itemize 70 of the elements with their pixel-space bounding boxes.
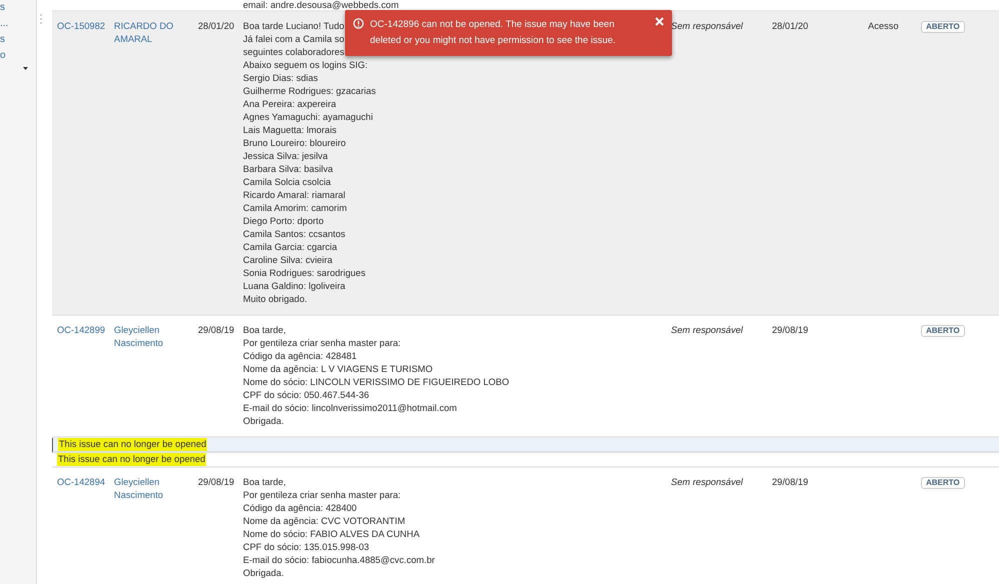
description-line: Código da agência: 428400	[243, 502, 357, 515]
reporter-link[interactable]: Gleyciellen Nascimento	[114, 476, 194, 502]
description-line: Luana Galdino: lgoliveira	[243, 280, 346, 293]
drag-handle-icon[interactable]	[40, 14, 42, 24]
description-line: Camila Amorim: camorim	[243, 202, 347, 215]
description-line: Abaixo seguem os logins SIG:	[243, 59, 368, 72]
issue-key-link[interactable]: OC-142899	[57, 325, 106, 335]
description-line: Boa tarde,	[243, 324, 286, 337]
created-date: 28/01/20	[198, 21, 234, 31]
description-line: Por gentileza criar senha master para:	[243, 337, 401, 350]
close-button[interactable]	[653, 17, 666, 26]
issue-key-link[interactable]: OC-150982	[57, 21, 106, 31]
description-line: Bruno Loureiro: bloureiro	[243, 137, 346, 150]
notice-text: This issue can no longer be opened	[58, 438, 208, 451]
description-line: Boa tarde,	[243, 476, 286, 489]
description-line: Código da agência: 428481	[243, 350, 357, 363]
category-text: Acesso	[868, 21, 898, 31]
description-line: Barbara Silva: basilva	[243, 163, 333, 176]
description-line: Por gentileza criar senha master para:	[243, 489, 401, 502]
description-line: Já falei com a Camila so	[243, 33, 344, 46]
updated-date: 29/08/19	[772, 325, 808, 335]
caret-icon[interactable]	[23, 67, 28, 70]
description-line: Camila Garcia: cgarcia	[243, 241, 338, 254]
description-line: Obrigada.	[243, 567, 284, 580]
reporter-link[interactable]: Gleyciellen Nascimento	[114, 324, 194, 350]
description-line: Muito obrigado.	[243, 293, 308, 306]
created-date: 29/08/19	[198, 477, 234, 487]
description-line: Camila Santos: ccsantos	[243, 228, 346, 241]
description-line: Sonia Rodrigues: sarodrigues	[243, 267, 366, 280]
issue-row[interactable]	[52, 12, 999, 316]
sidebar-link[interactable]: s	[0, 34, 5, 49]
description-line: Ana Pereira: axpereira	[243, 98, 336, 111]
description-line: CPF do sócio: 135.015.998-03	[243, 541, 370, 554]
status-lozenge: ABERTO	[921, 477, 965, 489]
sidebar-link[interactable]: ...	[0, 18, 8, 33]
assignee-text: Sem responsável	[671, 324, 744, 337]
description-line: seguintes colaboradores	[243, 46, 344, 59]
error-message: OC-142896 can not be opened. The issue may have been deleted or you might not have permission to see the issue.	[370, 18, 617, 48]
assignee-text: Sem responsável	[671, 476, 744, 489]
status-lozenge: ABERTO	[921, 325, 965, 337]
updated-date: 28/01/20	[772, 21, 808, 31]
description-line: Sergio Dias: sdias	[243, 72, 318, 85]
reporter-link[interactable]: RICARDO DO AMARAL	[114, 20, 194, 46]
description-line: Guilherme Rodrigues: gzacarias	[243, 85, 376, 98]
notice-text: This issue can no longer be opened	[57, 453, 206, 466]
error-icon	[353, 18, 364, 29]
description-line: Caroline Silva: cvieira	[243, 254, 332, 267]
description-line: Jessica Silva: jesilva	[243, 150, 328, 163]
assignee-text: Sem responsável	[671, 20, 744, 33]
description-line: E-mail do sócio: fabiocunha.4885@cvc.com.br	[243, 554, 435, 567]
status-lozenge: ABERTO	[921, 21, 965, 33]
sidebar-link[interactable]: s	[0, 2, 5, 17]
description-line: Obrigada.	[243, 415, 284, 428]
description-line: Nome do sócio: FABIO ALVES DA CUNHA	[243, 528, 420, 541]
description-line: CPF do sócio: 050.467.544-36	[243, 389, 370, 402]
description-line: Lais Maguetta: lmorais	[243, 124, 337, 137]
description-line: email: andre.desousa@webbeds.com	[243, 0, 399, 10]
sidebar-link[interactable]: o	[0, 50, 6, 65]
description-line: Camila Solcia csolcia	[243, 176, 331, 189]
issue-key-link[interactable]: OC-142894	[57, 477, 106, 487]
description-line: Nome da agência: CVC VOTORANTIM	[243, 515, 406, 528]
description-line: Ricardo Amaral: riamaral	[243, 189, 346, 202]
description-line: Boa tarde Luciano! Tudo	[243, 20, 344, 33]
description-line: Nome da agência: L V VIAGENS E TURISMO	[243, 363, 433, 376]
description-line: Diego Porto: dporto	[243, 215, 324, 228]
description-line: Nome do sócio: LINCOLN VERISSIMO DE FIGUEIREDO LOBO	[243, 376, 510, 389]
updated-date: 29/08/19	[772, 477, 808, 487]
description-line: E-mail do sócio: lincolnverissimo2011@hotmail.com	[243, 402, 457, 415]
description-line: Agnes Yamaguchi: ayamaguchi	[243, 111, 373, 124]
created-date: 29/08/19	[198, 325, 234, 335]
